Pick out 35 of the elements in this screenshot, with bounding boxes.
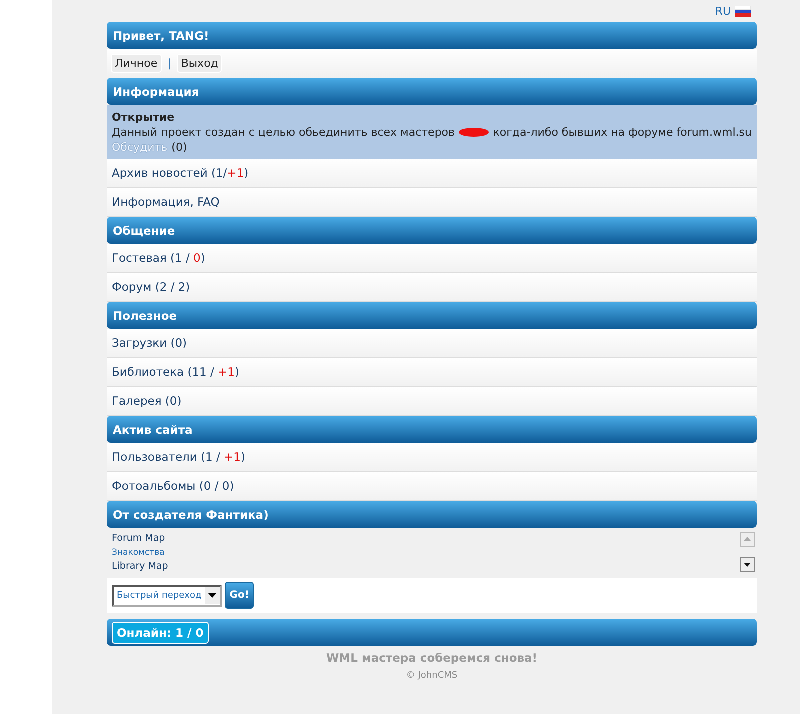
go-button[interactable]: Go! — [224, 582, 254, 609]
map-link[interactable]: Forum Map — [112, 532, 740, 546]
caret-icon — [204, 587, 220, 604]
russia-flag-icon — [735, 6, 751, 16]
news-text: Данный проект создан с целью обьединить всех мастеров — [112, 125, 456, 140]
menu-item[interactable]: Загрузки (0) — [107, 329, 757, 358]
section-header: Полезное — [107, 302, 757, 329]
menu-item[interactable]: Фотоальбомы (0 / 0) — [107, 472, 757, 501]
menu-item[interactable]: Пользователи (1 / +1) — [107, 443, 757, 472]
menu-item[interactable]: Архив новостей (1/+1) — [107, 159, 757, 188]
quick-jump-select[interactable]: Быстрый переход — [112, 584, 222, 606]
scrollbar[interactable] — [740, 532, 757, 572]
scroll-down-icon[interactable] — [740, 557, 755, 572]
menu-item[interactable]: Гостевая (1 / 0) — [107, 244, 757, 273]
menu-item[interactable]: Форум (2 / 2) — [107, 273, 757, 302]
section-header: Привет, TANG! — [107, 22, 757, 49]
copyright: © JohnCMS — [405, 671, 459, 681]
profile-button[interactable]: Личное — [111, 54, 162, 73]
redaction-mark — [459, 128, 490, 137]
language-link[interactable]: RU — [715, 4, 731, 18]
separator: | — [168, 57, 172, 70]
map-link[interactable]: Library Map — [112, 560, 740, 574]
section-header: Информация — [107, 78, 757, 105]
footer-slogan: WML мастера соберемся снова! — [325, 651, 539, 665]
menu-item[interactable]: Библиотека (11 / +1) — [107, 358, 757, 387]
news-title: Открытие — [112, 110, 176, 125]
section-header: От создателя Фантика) — [107, 501, 757, 528]
logout-button[interactable]: Выход — [177, 54, 222, 73]
news-text: когда-либо бывших на форуме forum.wml.su — [493, 125, 752, 140]
menu-item[interactable]: Информация, FAQ — [107, 188, 757, 217]
menu-item[interactable]: Галерея (0) — [107, 387, 757, 416]
dating-link[interactable]: Знакомства — [112, 546, 740, 560]
section-header: Общение — [107, 217, 757, 244]
section-header: Актив сайта — [107, 416, 757, 443]
comment-count: (0) — [172, 140, 188, 155]
